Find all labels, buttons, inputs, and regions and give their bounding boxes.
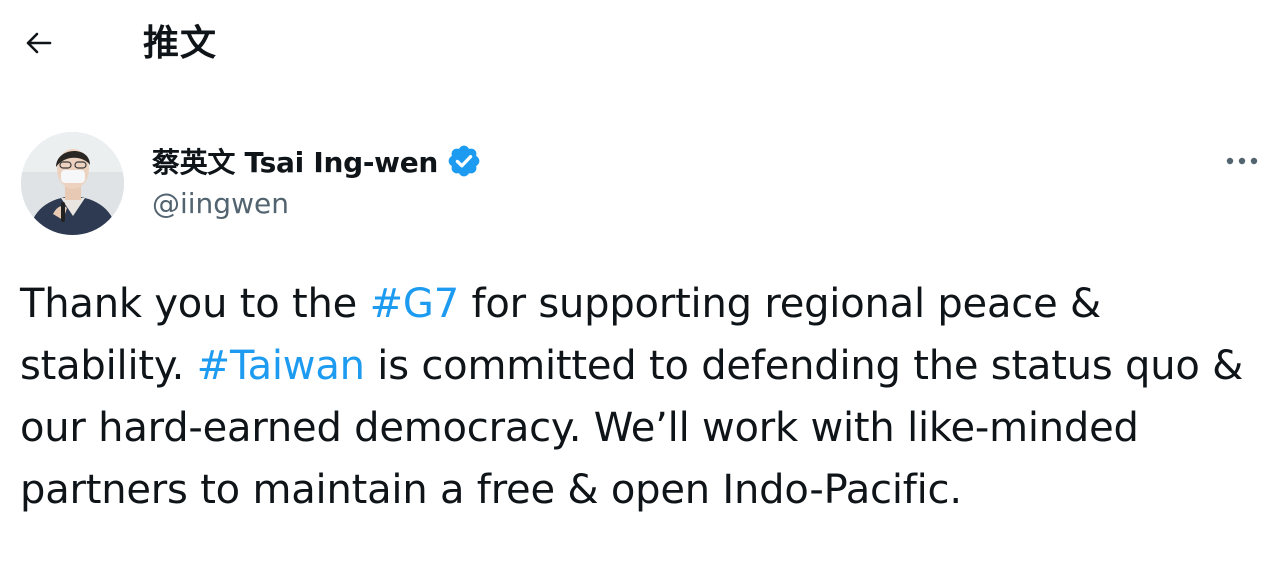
more-button[interactable] [1218,138,1266,182]
page-header: 推文 [0,0,1280,92]
avatar[interactable] [21,132,124,235]
verified-badge-icon [446,143,482,179]
hashtag-link[interactable]: #Taiwan [197,343,365,389]
author-name-row: 蔡英文 Tsai Ing-wen [152,139,482,183]
user-handle[interactable]: @iingwen [152,185,289,223]
display-name[interactable]: 蔡英文 Tsai Ing-wen [152,141,438,181]
tweet-text-segment: Thank you to the [20,281,370,327]
more-horizontal-icon [1225,151,1259,170]
hashtag-link[interactable]: #G7 [370,281,460,327]
page-title: 推文 [143,23,218,64]
back-button[interactable] [16,22,62,68]
arrow-left-icon [26,32,52,58]
tweet-text: Thank you to the #G7 for supporting regi… [20,273,1270,521]
